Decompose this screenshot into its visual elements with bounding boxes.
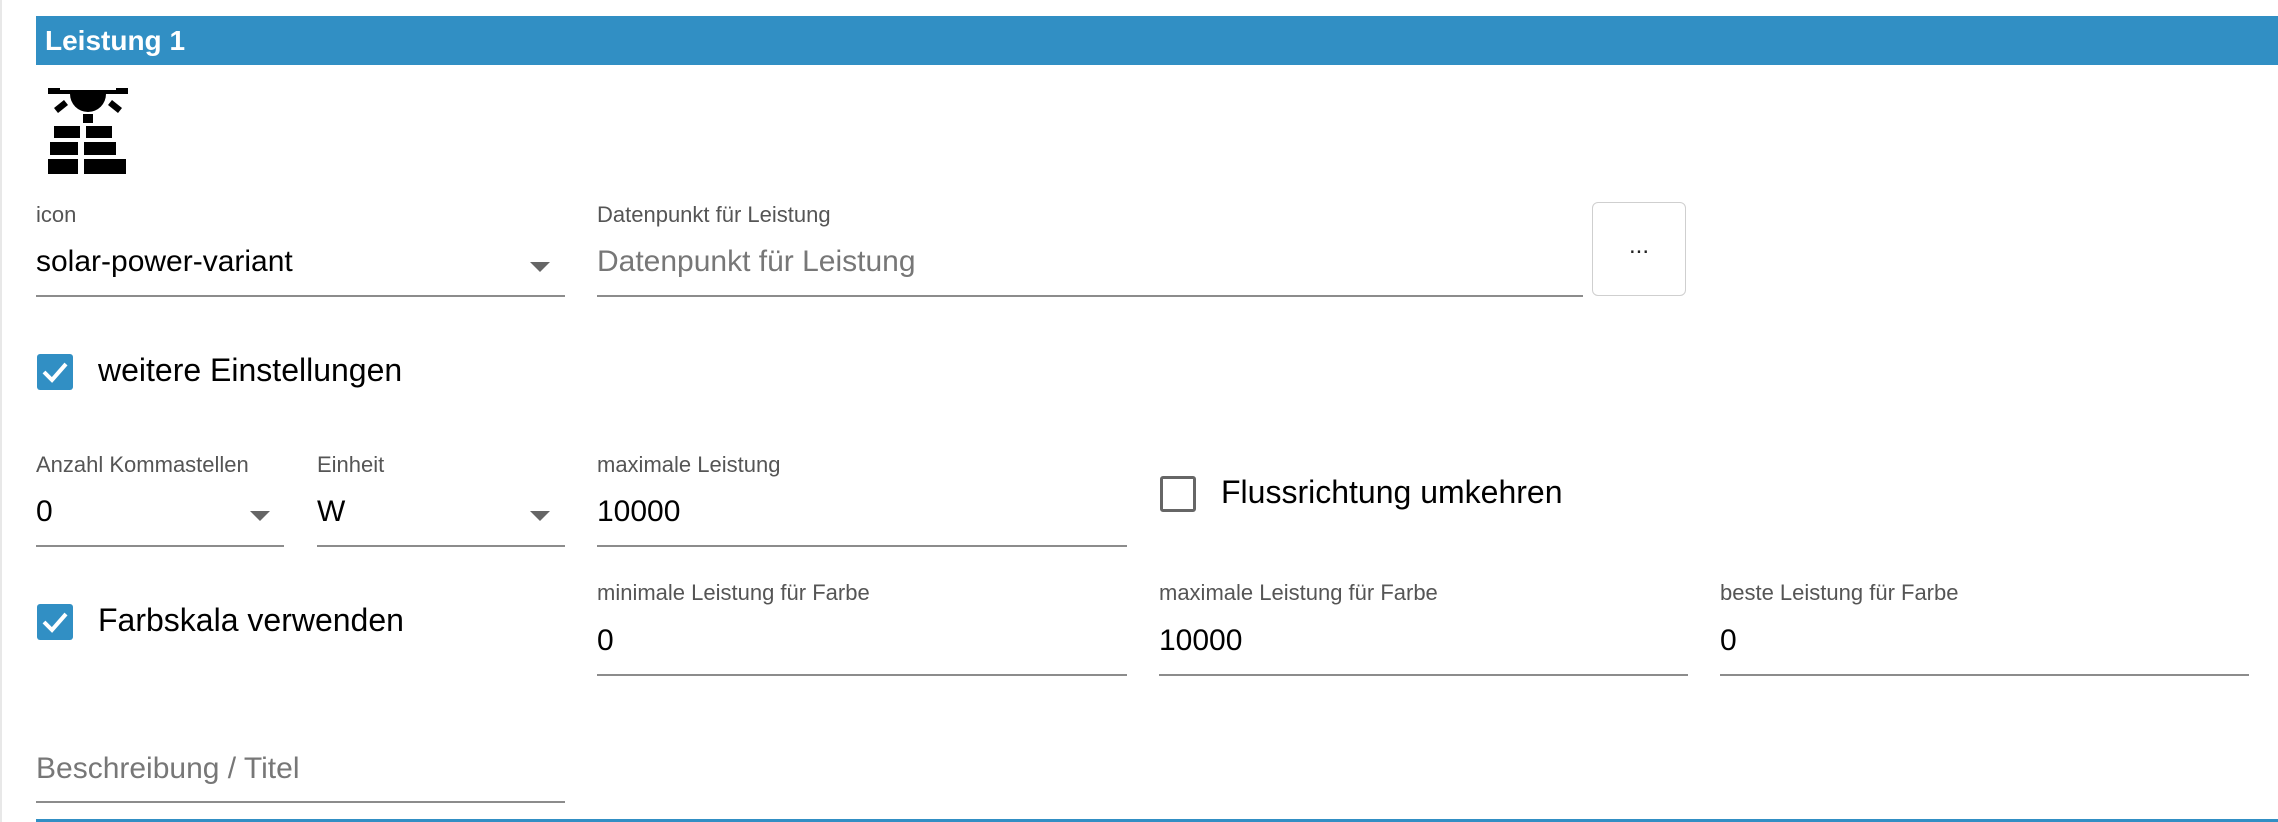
panel-header[interactable]: Leistung 1 bbox=[36, 16, 2278, 65]
decimals-underline bbox=[36, 545, 284, 547]
min-color-input[interactable]: 0 bbox=[597, 624, 614, 658]
max-color-underline bbox=[1159, 674, 1688, 676]
unit-label: Einheit bbox=[317, 452, 385, 477]
datapoint-input[interactable]: Datenpunkt für Leistung bbox=[597, 245, 916, 279]
unit-underline bbox=[317, 545, 565, 547]
max-power-input[interactable]: 10000 bbox=[597, 495, 680, 529]
min-color-label: minimale Leistung für Farbe bbox=[597, 580, 870, 605]
reverse-flow-label: Flussrichtung umkehren bbox=[1221, 474, 1563, 510]
max-color-label: maximale Leistung für Farbe bbox=[1159, 580, 1438, 605]
chevron-down-icon bbox=[250, 511, 270, 521]
datapoint-underline bbox=[597, 295, 1583, 297]
max-power-label: maximale Leistung bbox=[597, 452, 781, 477]
max-color-input[interactable]: 10000 bbox=[1159, 624, 1242, 658]
description-input[interactable]: Beschreibung / Titel bbox=[36, 752, 299, 786]
checkbox-checked[interactable] bbox=[37, 354, 73, 390]
color-scale-label: Farbskala verwenden bbox=[98, 602, 404, 638]
description-underline bbox=[36, 801, 565, 803]
icon-select-label: icon bbox=[36, 202, 77, 227]
max-power-underline bbox=[597, 545, 1127, 547]
more-settings-label: weitere Einstellungen bbox=[98, 352, 403, 388]
best-color-underline bbox=[1720, 674, 2249, 676]
panel-left-border bbox=[0, 0, 2, 822]
decimals-label: Anzahl Kommastellen bbox=[36, 452, 249, 477]
datapoint-label: Datenpunkt für Leistung bbox=[597, 202, 831, 227]
chevron-down-icon bbox=[530, 262, 550, 272]
panel-title: Leistung 1 bbox=[45, 25, 186, 56]
best-color-label: beste Leistung für Farbe bbox=[1720, 580, 1959, 605]
min-color-underline bbox=[597, 674, 1127, 676]
chevron-down-icon bbox=[530, 511, 550, 521]
check-icon bbox=[42, 362, 68, 383]
icon-select-underline bbox=[36, 295, 565, 297]
solar-power-variant-icon bbox=[48, 88, 128, 174]
best-color-input[interactable]: 0 bbox=[1720, 624, 1737, 658]
checkbox-unchecked[interactable] bbox=[1160, 476, 1196, 512]
unit-value: W bbox=[317, 495, 346, 528]
icon-select-value: solar-power-variant bbox=[36, 245, 293, 278]
check-icon bbox=[42, 612, 68, 633]
decimals-value: 0 bbox=[36, 495, 53, 528]
checkbox-checked[interactable] bbox=[37, 604, 73, 640]
browse-datapoint-button[interactable]: ... bbox=[1592, 202, 1686, 296]
